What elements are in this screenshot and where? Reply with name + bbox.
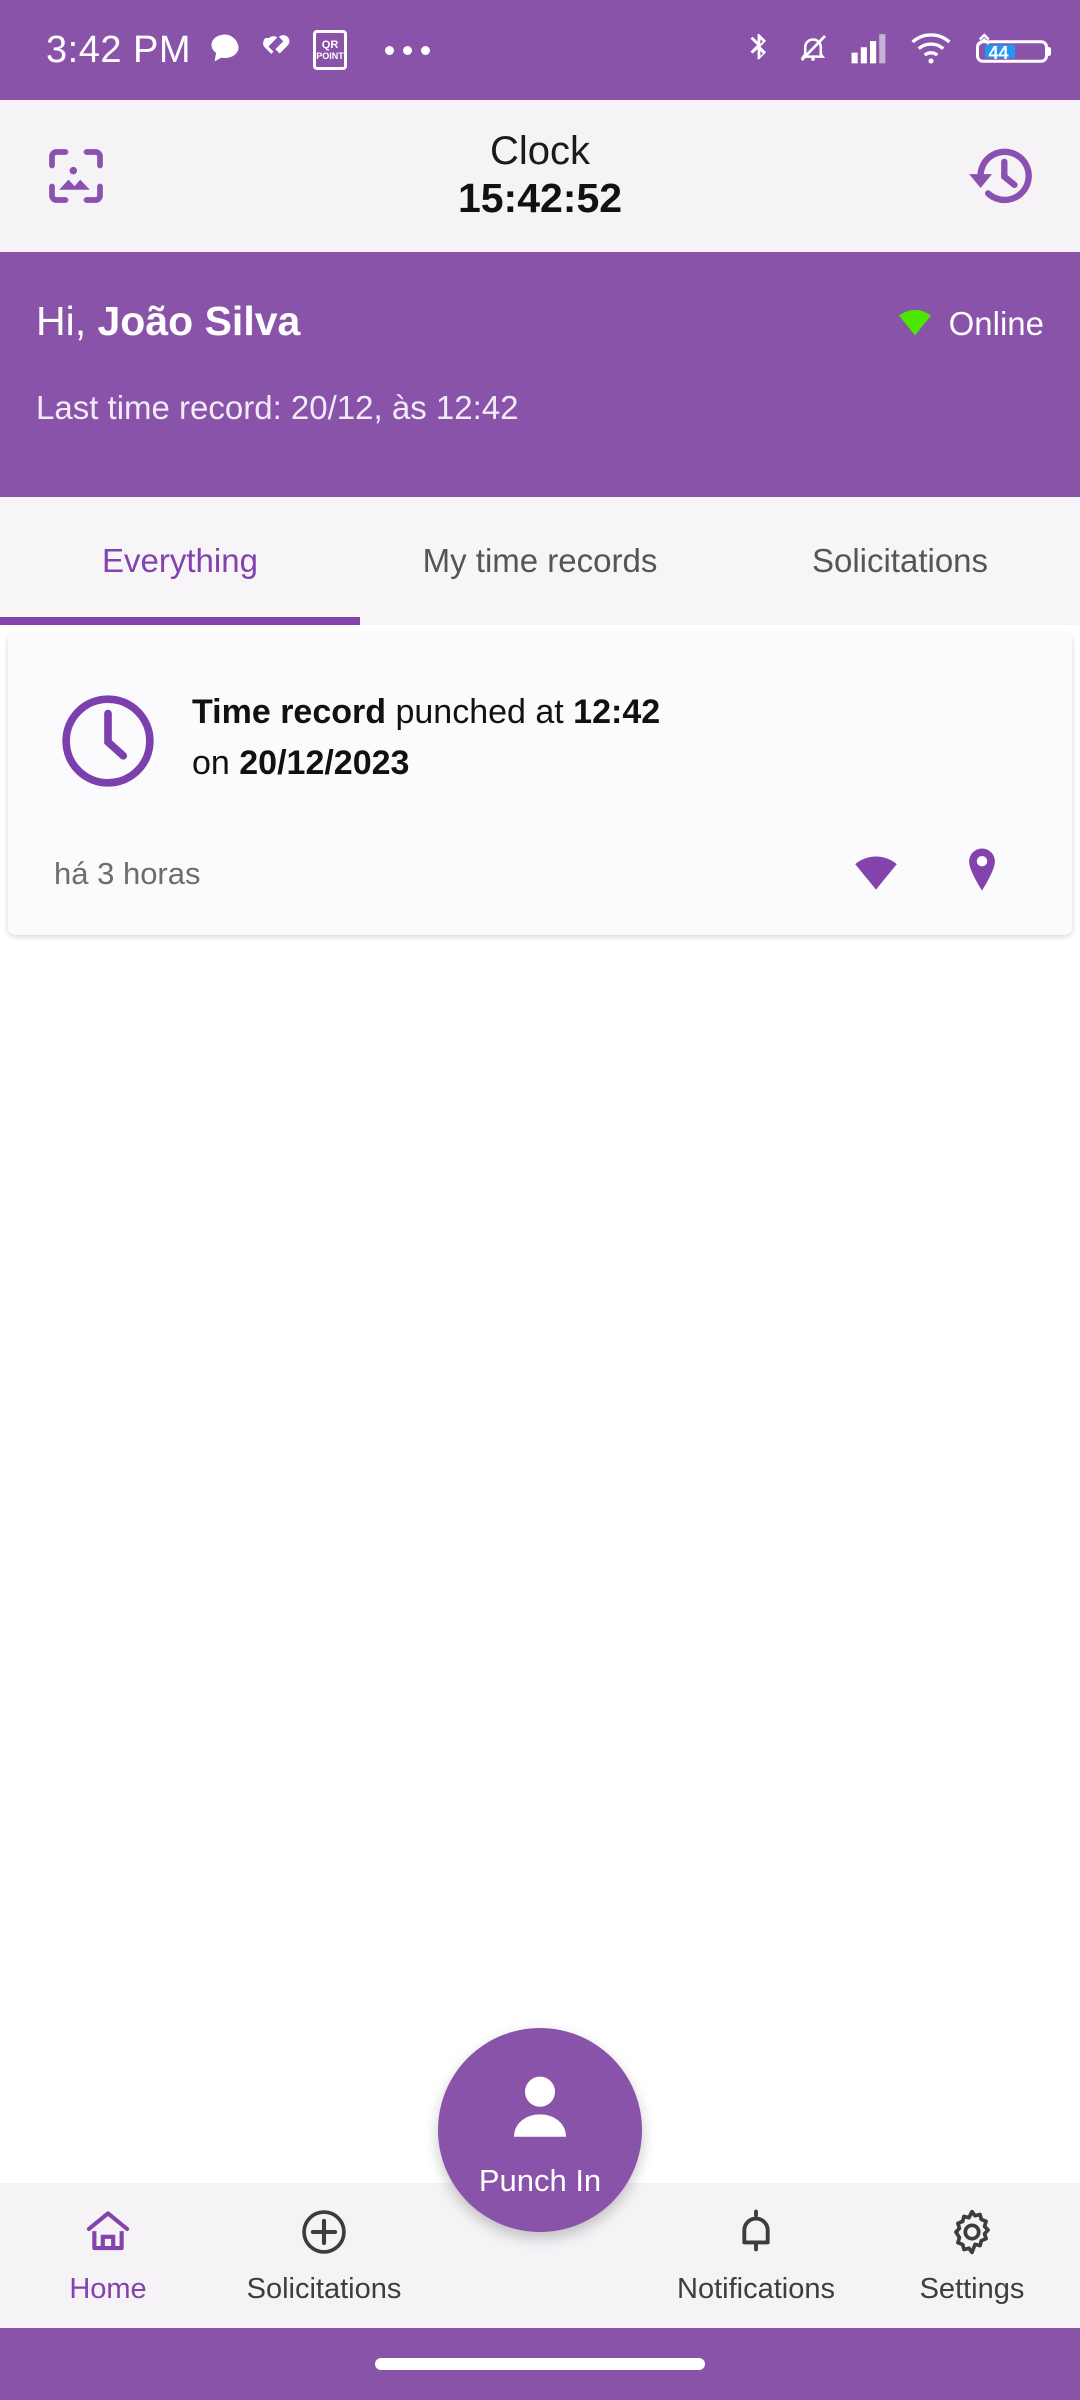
time-record-date: 20/12/2023 (239, 744, 410, 782)
tab-solicitations[interactable]: Solicitations (720, 497, 1080, 625)
time-record-card-icons (850, 846, 1036, 901)
status-bar: 3:42 PM QR POINT 44 (0, 0, 1080, 100)
online-status-label: Online (948, 304, 1044, 342)
greeting-row: Hi, João Silva Online (36, 296, 1044, 347)
wifi-cone-icon[interactable] (850, 849, 902, 898)
qr-badge-mid: POINT (316, 50, 344, 61)
status-bar-left: 3:42 PM QR POINT (46, 28, 431, 72)
gesture-navigation-bar (0, 2328, 1080, 2400)
app-bar: Clock 15:42:52 (0, 100, 1080, 252)
qr-point-gestor-icon: QR POINT (313, 30, 348, 70)
bell-icon (730, 2206, 782, 2263)
chat-bubble-icon (207, 30, 243, 71)
feed-content: Time record punched at 12:42 on 20/12/20… (0, 625, 1080, 2183)
last-time-record: Last time record: 20/12, às 12:42 (36, 389, 519, 427)
time-record-relative-time: há 3 horas (54, 855, 201, 891)
gesture-pill[interactable] (375, 2358, 705, 2370)
heart-swipe-icon (259, 30, 297, 71)
nav-item-solicitations[interactable]: Solicitations (216, 2206, 432, 2306)
nav-item-home-label: Home (69, 2272, 147, 2305)
tab-bar: Everything My time records Solicitations (0, 497, 1080, 625)
tab-solicitations-label: Solicitations (811, 542, 989, 579)
clock-icon (38, 673, 162, 800)
nav-item-settings[interactable]: Settings (864, 2206, 1080, 2306)
gear-icon (945, 2206, 999, 2263)
time-record-label: Time record (192, 693, 387, 731)
time-record-card[interactable]: Time record punched at 12:42 on 20/12/20… (8, 633, 1072, 935)
user-name: João Silva (97, 298, 301, 344)
tab-everything[interactable]: Everything (0, 497, 360, 625)
time-record-on: on (192, 744, 240, 782)
wifi-icon (910, 31, 952, 70)
location-pin-icon[interactable] (962, 846, 1002, 901)
tab-everything-label: Everything (102, 542, 258, 579)
status-bar-right: 44 (742, 29, 1052, 72)
cellular-signal-icon (850, 31, 890, 70)
bluetooth-icon (742, 29, 776, 72)
tab-my-time-records-label: My time records (422, 542, 658, 579)
time-record-punched-at: punched at (386, 693, 574, 731)
punch-in-fab-label: Punch In (478, 2162, 602, 2198)
wifi-cone-icon (895, 304, 935, 343)
online-status-badge: Online (895, 296, 1044, 343)
status-bar-clock: 3:42 PM (46, 28, 192, 71)
nav-item-solicitations-label: Solicitations (246, 2272, 402, 2305)
nav-item-settings-label: Settings (919, 2272, 1025, 2305)
app-screen: 3:42 PM QR POINT 44 Clock 15:42:52 Hi, J… (0, 0, 1080, 2400)
tab-my-time-records[interactable]: My time records (360, 497, 720, 625)
person-icon (496, 2062, 584, 2155)
overflow-dots-icon (385, 45, 431, 55)
time-record-card-bottom: há 3 horas (38, 846, 1036, 901)
time-record-time: 12:42 (573, 693, 661, 731)
time-record-message: Time record punched at 12:42 on 20/12/20… (192, 673, 660, 789)
bottom-navigation: Home Solicitations Notifications Setting… (0, 2028, 1080, 2328)
battery-icon: 44 (972, 29, 1052, 71)
nav-item-notifications-label: Notifications (677, 2272, 835, 2305)
time-record-card-top: Time record punched at 12:42 on 20/12/20… (38, 673, 1036, 800)
history-icon[interactable] (962, 134, 1046, 218)
image-frame-icon[interactable] (34, 134, 118, 218)
home-icon (80, 2206, 136, 2263)
app-bar-clock: 15:42:52 (457, 175, 623, 222)
page-title: Clock (489, 129, 591, 174)
qr-badge-top: QR (321, 38, 339, 51)
greeting-text: Hi, João Silva (36, 296, 300, 347)
plus-circle-icon (296, 2206, 352, 2263)
punch-in-fab[interactable]: Punch In (438, 2028, 642, 2232)
nav-item-notifications[interactable]: Notifications (648, 2206, 864, 2306)
greeting-prefix: Hi, (36, 298, 98, 344)
svg-text:44: 44 (988, 43, 1008, 63)
nav-item-home[interactable]: Home (0, 2206, 216, 2306)
mute-bell-icon (796, 29, 830, 72)
app-bar-titles: Clock 15:42:52 (0, 100, 1080, 252)
greeting-banner: Hi, João Silva Online Last time record: … (0, 252, 1080, 497)
